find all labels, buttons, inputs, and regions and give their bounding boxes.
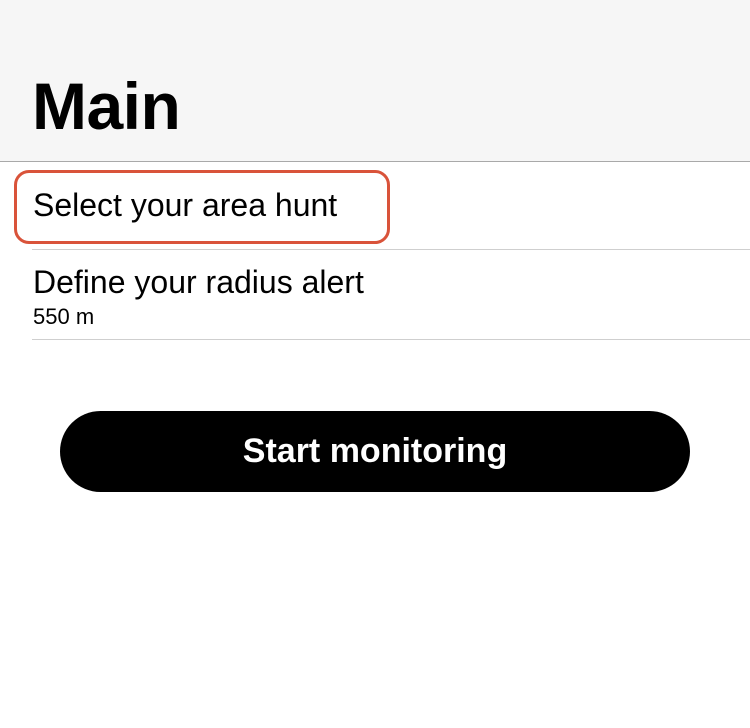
radius-value: 550 m [33, 304, 95, 329]
start-monitoring-button[interactable]: Start monitoring [60, 411, 690, 492]
define-radius-alert-label: Define your radius alert [33, 264, 364, 300]
page-title: Main [32, 69, 181, 143]
navigation-header: Main [0, 0, 750, 162]
define-radius-alert-row[interactable]: Define your radius alert 550 m [32, 250, 750, 340]
select-area-hunt-label: Select your area hunt [33, 187, 338, 223]
select-area-hunt-row[interactable]: Select your area hunt [32, 162, 750, 250]
